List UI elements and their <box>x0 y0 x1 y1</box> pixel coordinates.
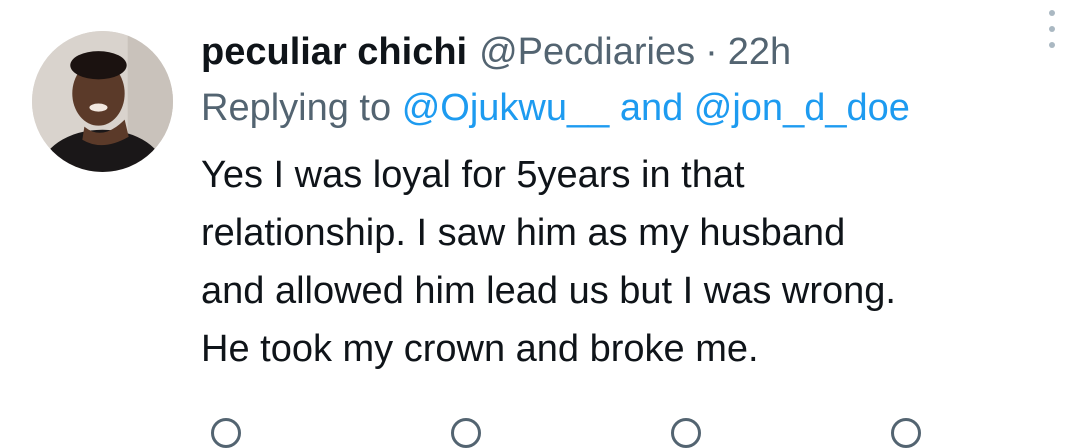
reply-icon[interactable] <box>211 418 241 448</box>
dot <box>1049 10 1055 16</box>
retweet-icon[interactable] <box>451 418 481 448</box>
share-icon[interactable] <box>891 418 921 448</box>
mention-ojukwu[interactable]: @Ojukwu__ <box>402 87 610 129</box>
tweet-header: peculiar chichi @Pecdiaries · 22h <box>201 28 1050 76</box>
mention-jon-d-doe[interactable]: @jon_d_doe <box>694 87 910 129</box>
separator-dot: · <box>705 31 718 73</box>
dot <box>1049 42 1055 48</box>
author-name[interactable]: peculiar chichi <box>201 28 467 76</box>
dot <box>1049 26 1055 32</box>
like-icon[interactable] <box>671 418 701 448</box>
replying-to-label: Replying to <box>201 87 392 129</box>
tweet-content: peculiar chichi @Pecdiaries · 22h Replyi… <box>201 28 1050 378</box>
tweet-actions <box>201 410 1031 448</box>
more-options-icon[interactable] <box>1040 4 1064 54</box>
replying-to: Replying to @Ojukwu__ and @jon_d_doe <box>201 84 1050 132</box>
timestamp[interactable]: 22h <box>728 28 791 76</box>
avatar[interactable] <box>32 31 173 172</box>
avatar-image <box>32 31 173 172</box>
tweet-text: Yes I was loyal for 5years in that relat… <box>201 154 896 370</box>
author-handle[interactable]: @Pecdiaries <box>479 28 695 76</box>
mention-and[interactable]: and <box>620 87 683 129</box>
